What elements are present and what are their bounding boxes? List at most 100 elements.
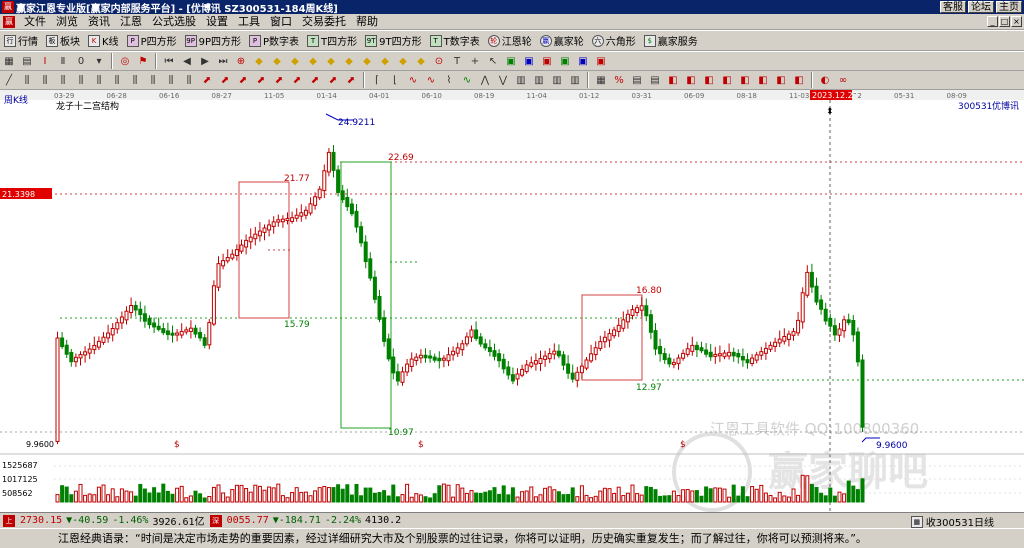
homepage-link[interactable]: 主页 (996, 1, 1022, 13)
arrow-3-icon[interactable]: ⬈ (235, 72, 251, 88)
tool-d-icon[interactable]: ◧ (719, 72, 735, 88)
diamond-3-icon[interactable]: ◆ (287, 53, 303, 69)
sectors-button[interactable]: 板板块 (42, 32, 84, 50)
fork-7-icon[interactable]: ⫼ (127, 72, 143, 88)
t-square-button[interactable]: T T四方形 (303, 32, 361, 50)
box-3-icon[interactable]: ▣ (539, 53, 555, 69)
bar-2-icon[interactable]: ▥ (531, 72, 547, 88)
arrow-8-icon[interactable]: ⬈ (325, 72, 341, 88)
gann-wheel-button[interactable]: 轮江恩轮 (484, 32, 536, 50)
menu-help[interactable]: 帮助 (351, 14, 383, 30)
arrow-2-icon[interactable]: ⬈ (217, 72, 233, 88)
menu-formula[interactable]: 公式选股 (147, 14, 201, 30)
last-icon[interactable]: ⏭ (215, 53, 231, 69)
menu-gann[interactable]: 江恩 (115, 14, 147, 30)
diamond-8-icon[interactable]: ◆ (377, 53, 393, 69)
infinity-icon[interactable]: ∞ (835, 72, 851, 88)
box-6-icon[interactable]: ▣ (593, 53, 609, 69)
bracket-2-icon[interactable]: ⌊ (387, 72, 403, 88)
box-2-icon[interactable]: ▣ (521, 53, 537, 69)
menu-file[interactable]: 文件 (19, 14, 51, 30)
cursor-icon[interactable]: ↖ (485, 53, 501, 69)
9t-square-button[interactable]: 9T 9T四方形 (361, 32, 425, 50)
status-grid-icon[interactable]: ▦ (910, 515, 923, 528)
wave-1-icon[interactable]: ∿ (405, 72, 421, 88)
fork-5-icon[interactable]: ⫼ (91, 72, 107, 88)
wave-2-icon[interactable]: ∿ (423, 72, 439, 88)
box-5-icon[interactable]: ▣ (575, 53, 591, 69)
pct-icon[interactable]: % (611, 72, 627, 88)
arrow-9-icon[interactable]: ⬈ (343, 72, 359, 88)
bar-3-icon[interactable]: ▥ (549, 72, 565, 88)
sz-index-icon[interactable]: 深 (209, 514, 222, 527)
tool-h-icon[interactable]: ◧ (791, 72, 807, 88)
bar-4-icon[interactable]: ▥ (567, 72, 583, 88)
tool-b-icon[interactable]: ◧ (683, 72, 699, 88)
wave-5-icon[interactable]: ⋀ (477, 72, 493, 88)
diamond-7-icon[interactable]: ◆ (359, 53, 375, 69)
calc-1-icon[interactable]: ▤ (629, 72, 645, 88)
circle-icon[interactable]: ⊙ (431, 53, 447, 69)
target-icon[interactable]: ⊕ (233, 53, 249, 69)
crosshair-icon[interactable]: + (467, 53, 483, 69)
tool-g-icon[interactable]: ◧ (773, 72, 789, 88)
fork-4-icon[interactable]: ⫼ (73, 72, 89, 88)
wheel-icon[interactable]: ◐ (817, 72, 833, 88)
zero-icon[interactable]: 0 (73, 53, 89, 69)
t-table-button[interactable]: T T数字表 (426, 32, 484, 50)
arrow-6-icon[interactable]: ⬈ (289, 72, 305, 88)
customer-service-link[interactable]: 客服 (940, 1, 966, 13)
table-icon[interactable]: ▦ (593, 72, 609, 88)
minimize-button[interactable]: _ (987, 16, 998, 27)
fork-2-icon[interactable]: ⫼ (37, 72, 53, 88)
menu-window[interactable]: 窗口 (265, 14, 297, 30)
restore-button[interactable]: □ (999, 16, 1010, 27)
forum-link[interactable]: 论坛 (968, 1, 994, 13)
menu-browse[interactable]: 浏览 (51, 14, 83, 30)
p-square-button[interactable]: P P四方形 (123, 32, 181, 50)
fork-1-icon[interactable]: ⫼ (19, 72, 35, 88)
kline-chart[interactable]: 03-29 06-28 06-16 08-27 11-05 01-14 04-01 06-10… (0, 90, 1024, 512)
flag-icon[interactable]: ⚑ (135, 53, 151, 69)
calc-2-icon[interactable]: ▤ (647, 72, 663, 88)
close-button[interactable]: × (1011, 16, 1022, 27)
text-tool-icon[interactable]: T (449, 53, 465, 69)
prev-icon[interactable]: ◀ (179, 53, 195, 69)
clock-icon[interactable]: ◎ (117, 53, 133, 69)
grid-icon[interactable]: ▦ (1, 53, 17, 69)
arrow-7-icon[interactable]: ⬈ (307, 72, 323, 88)
diamond-2-icon[interactable]: ◆ (269, 53, 285, 69)
fork-8-icon[interactable]: ⫼ (145, 72, 161, 88)
fork-9-icon[interactable]: ⫼ (163, 72, 179, 88)
fork-6-icon[interactable]: ⫼ (109, 72, 125, 88)
tool-e-icon[interactable]: ◧ (737, 72, 753, 88)
diamond-10-icon[interactable]: ◆ (413, 53, 429, 69)
arrow-4-icon[interactable]: ⬈ (253, 72, 269, 88)
wave-4-icon[interactable]: ∿ (459, 72, 475, 88)
menu-tools[interactable]: 工具 (233, 14, 265, 30)
wave-6-icon[interactable]: ⋁ (495, 72, 511, 88)
diamond-9-icon[interactable]: ◆ (395, 53, 411, 69)
diamond-6-icon[interactable]: ◆ (341, 53, 357, 69)
diamond-1-icon[interactable]: ◆ (251, 53, 267, 69)
period-icon[interactable]: Ⅰ (37, 53, 53, 69)
bar-1-icon[interactable]: ▥ (513, 72, 529, 88)
dropdown-icon[interactable]: ▾ (91, 53, 107, 69)
hexagon-button[interactable]: 六六角形 (588, 32, 640, 50)
arrow-1-icon[interactable]: ⬈ (199, 72, 215, 88)
wave-3-icon[interactable]: ⌇ (441, 72, 457, 88)
kline-button[interactable]: K K线 (84, 32, 123, 50)
tool-c-icon[interactable]: ◧ (701, 72, 717, 88)
fork-10-icon[interactable]: ⫼ (181, 72, 197, 88)
document-icon[interactable]: 赢 (3, 15, 15, 28)
winner-wheel-button[interactable]: 赢赢家轮 (536, 32, 588, 50)
menu-info[interactable]: 资讯 (83, 14, 115, 30)
text-icon[interactable]: Ⅱ (55, 53, 71, 69)
tool-a-icon[interactable]: ◧ (665, 72, 681, 88)
sh-index-icon[interactable]: 上 (3, 514, 15, 527)
menu-trade[interactable]: 交易委托 (297, 14, 351, 30)
box-4-icon[interactable]: ▣ (557, 53, 573, 69)
box-1-icon[interactable]: ▣ (503, 53, 519, 69)
diamond-5-icon[interactable]: ◆ (323, 53, 339, 69)
quotes-button[interactable]: 行行情 (0, 32, 42, 50)
